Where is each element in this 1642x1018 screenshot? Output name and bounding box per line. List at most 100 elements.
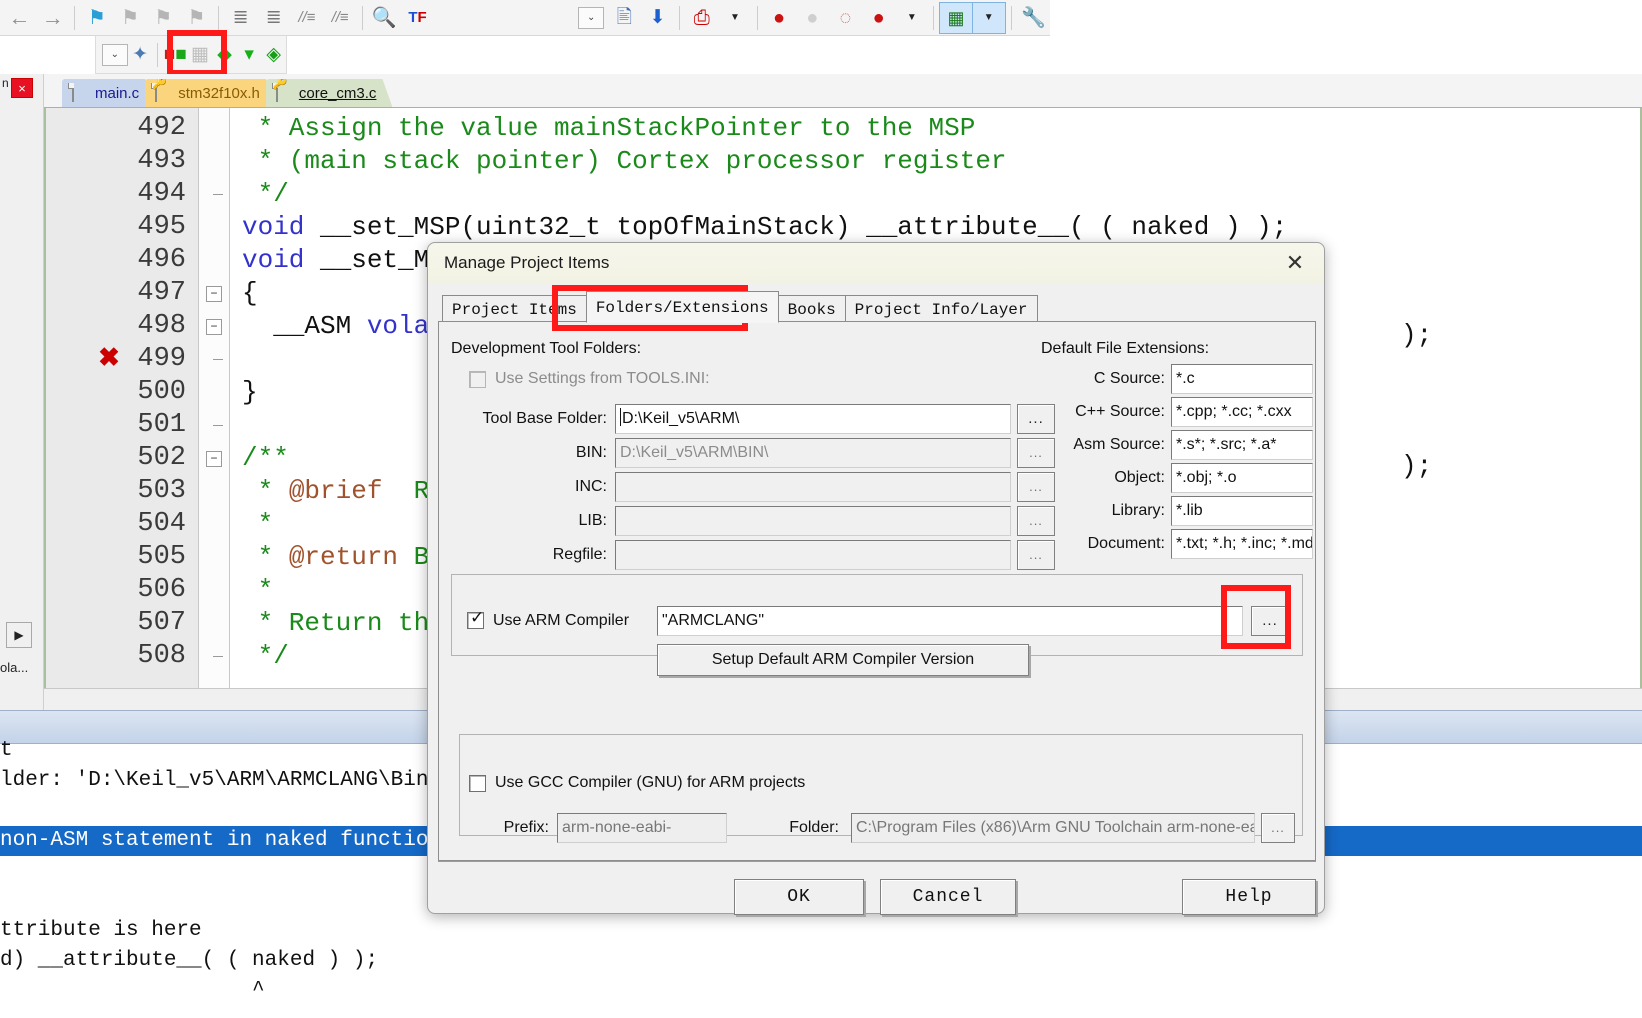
dropdown-empty-icon[interactable]: ⌄ [575, 2, 608, 34]
tab-project-info-layer[interactable]: Project Info/Layer [844, 295, 1038, 323]
toolbar2-separator-1 [157, 42, 159, 67]
line-number: 495 [137, 212, 186, 242]
inc-folder-field[interactable] [615, 472, 1011, 502]
code-text: * (main stack pointer) Cortex processor … [242, 146, 1007, 176]
code-text: /** [242, 443, 289, 473]
fold-collapse-icon[interactable]: − [206, 451, 222, 467]
object-ext-label: Object: [1114, 469, 1165, 486]
bookmark-clear-icon[interactable]: ⚑ [180, 2, 213, 34]
indent-decrease-icon[interactable]: ≣ [257, 2, 290, 34]
indent-increase-icon[interactable]: ≣ [224, 2, 257, 34]
breakpoint-disable-all-icon[interactable]: ◌ [829, 2, 862, 34]
manage-multi-project-icon[interactable]: ▦ [188, 39, 213, 71]
library-ext-field[interactable]: *.lib [1171, 496, 1313, 526]
breakpoint-kill-all-icon[interactable]: ● [862, 2, 895, 34]
project-window-dropdown-icon[interactable]: ▼ [972, 1, 1006, 34]
comment-lines-icon[interactable]: //≡ [290, 2, 323, 34]
lib-folder-field[interactable] [615, 506, 1011, 536]
filter-icon[interactable]: ▾ [237, 39, 262, 71]
ok-button[interactable]: OK [734, 879, 864, 915]
object-ext-field[interactable]: *.obj; *.o [1171, 463, 1313, 493]
tab-label: core_cm3.c [298, 84, 377, 102]
debug-search-icon[interactable]: ⎙ [685, 2, 718, 34]
manage-project-items-icon[interactable]: ■■ [163, 39, 188, 71]
open-file-search-icon[interactable]: 🔍 [368, 2, 401, 34]
panel-scroll-right-icon[interactable]: ▶ [6, 622, 32, 648]
close-icon[interactable]: ✕ [1278, 249, 1312, 277]
gcc-folder-browse-button[interactable]: ... [1261, 813, 1295, 843]
target-options-icon[interactable]: ◆ [212, 39, 237, 71]
fold-end-marker [213, 194, 223, 195]
tab-main-c[interactable]: main.c [62, 79, 155, 107]
bookmark-next-icon[interactable]: ⚑ [147, 2, 180, 34]
use-tools-ini-checkbox[interactable] [469, 371, 486, 388]
editor-tabstrip: main.c 🔑 stm32f10x.h 🔑 core_cm3.c [44, 74, 1642, 108]
build-output-line[interactable]: ^ [0, 976, 1642, 1006]
configure-target-icon[interactable]: 🖹 [608, 2, 641, 34]
bookmark-prev-icon[interactable]: ⚑ [113, 2, 146, 34]
project-panel-edge [0, 74, 44, 710]
use-gcc-compiler-label: Use GCC Compiler (GNU) for ARM projects [495, 774, 806, 791]
arm-compiler-browse-button[interactable]: ... [1251, 606, 1289, 636]
tool-base-folder-field[interactable]: D:\Keil_v5\ARM\ [615, 404, 1011, 434]
download-debug-icon[interactable]: ⬇ [641, 2, 674, 34]
bookmark-toggle-icon[interactable]: ⚑ [80, 2, 113, 34]
toolbar-separator-6 [933, 5, 935, 30]
breakpoint-disable-icon[interactable]: ● [796, 2, 829, 34]
c-source-ext-field[interactable]: *.c [1171, 364, 1313, 394]
tab-project-items[interactable]: Project Items [442, 295, 587, 323]
use-gcc-compiler-checkbox[interactable] [469, 775, 486, 792]
cpp-source-ext-field[interactable]: *.cpp; *.cc; *.cxx [1171, 397, 1313, 427]
use-tools-ini-label: Use Settings from TOOLS.INI: [495, 370, 710, 387]
pack-installer-icon[interactable]: ◈ [261, 39, 286, 71]
gcc-folder-field[interactable]: C:\Program Files (x86)\Arm GNU Toolchain… [851, 813, 1255, 843]
regfile-folder-field[interactable] [615, 540, 1011, 570]
build-output-line[interactable]: ttribute is here [0, 916, 1642, 946]
line-number: 493 [137, 146, 186, 176]
combo-dropdown-icon[interactable]: ⌄ [101, 39, 128, 71]
manage-project-items-dialog[interactable]: Manage Project Items ✕ Project Items Fold… [427, 242, 1325, 915]
toolbar-separator-7 [1010, 5, 1012, 30]
nav-back-icon[interactable]: ← [3, 2, 36, 34]
asm-source-ext-field[interactable]: *.s*; *.src; *.a* [1171, 430, 1313, 460]
code-text: { [242, 278, 258, 308]
help-button[interactable]: Help [1182, 879, 1316, 915]
project-panel-close-icon[interactable]: × [11, 78, 33, 98]
fold-collapse-icon[interactable]: − [206, 286, 222, 302]
fold-collapse-icon[interactable]: − [206, 319, 222, 335]
document-ext-field[interactable]: *.txt; *.h; *.inc; *.md [1171, 529, 1313, 559]
tab-books[interactable]: Books [777, 295, 846, 323]
breakpoint-insert-icon[interactable]: ● [763, 2, 796, 34]
uncomment-lines-icon[interactable]: //≡ [324, 2, 357, 34]
build-output-line[interactable] [0, 1006, 1642, 1018]
project-window-icon[interactable]: ▦ [939, 1, 973, 34]
text-caret [620, 408, 621, 426]
line-number: 496 [137, 245, 186, 275]
gcc-prefix-field[interactable]: arm-none-eabi- [557, 813, 727, 843]
bin-folder-field[interactable]: D:\Keil_v5\ARM\BIN\ [615, 438, 1011, 468]
use-arm-compiler-checkbox[interactable]: ✓ [467, 610, 484, 629]
library-ext-label: Library: [1111, 502, 1165, 519]
build-wizard-icon[interactable]: ✦ [128, 39, 153, 71]
default-file-extensions-title: Default File Extensions: [1041, 340, 1210, 357]
configuration-wrench-icon[interactable]: 🔧 [1017, 2, 1050, 34]
code-text: ); [1401, 320, 1433, 350]
tab-stm32f10x-h[interactable]: 🔑 stm32f10x.h [145, 79, 276, 107]
dialog-footer-divider [438, 861, 1316, 862]
lib-folder-label: LIB: [578, 512, 607, 529]
code-text: * @brief R [242, 476, 430, 506]
debug-dropdown-icon[interactable]: ▼ [718, 2, 751, 34]
code-line: 494 */ [46, 178, 1640, 211]
nav-forward-icon[interactable]: → [36, 2, 69, 34]
toolbar-separator-1 [74, 5, 76, 30]
line-number: 502 [137, 443, 186, 473]
gcc-folder-label: Folder: [789, 819, 839, 836]
breakpoint-dropdown-icon[interactable]: ▼ [895, 2, 928, 34]
document-icon [72, 84, 87, 102]
tab-core-cm3-c[interactable]: 🔑 core_cm3.c [266, 79, 393, 107]
tab-folders-extensions[interactable]: Folders/Extensions [585, 291, 779, 323]
build-output-line[interactable]: d) __attribute__( ( naked ) ); [0, 946, 1642, 976]
arm-compiler-value-field[interactable]: "ARMCLANG" [657, 606, 1243, 636]
cancel-button[interactable]: Cancel [880, 879, 1016, 915]
setup-default-arm-compiler-version-button[interactable]: Setup Default ARM Compiler Version [657, 644, 1029, 676]
